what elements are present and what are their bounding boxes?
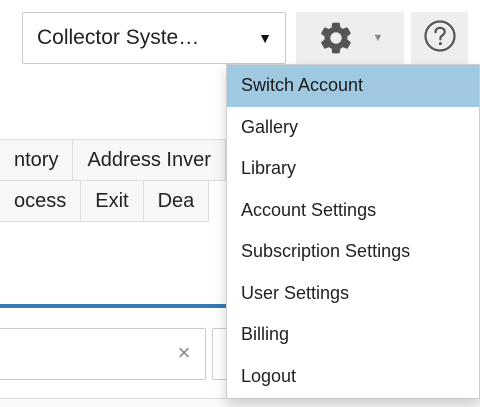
table-header-edge bbox=[0, 398, 480, 407]
menu-item-label: User Settings bbox=[241, 282, 350, 303]
menu-item-logout[interactable]: Logout bbox=[227, 356, 479, 398]
account-select[interactable]: Collector Syste… ▼ bbox=[22, 12, 286, 64]
menu-item-label: Logout bbox=[241, 365, 297, 386]
menu-item-subscription-settings[interactable]: Subscription Settings bbox=[227, 231, 479, 273]
menu-item-user-settings[interactable]: User Settings bbox=[227, 273, 479, 315]
tab-exit[interactable]: Exit bbox=[80, 180, 144, 222]
menu-item-billing[interactable]: Billing bbox=[227, 314, 479, 356]
menu-item-library[interactable]: Library bbox=[227, 148, 479, 190]
menu-item-label: Switch Account bbox=[241, 75, 364, 96]
question-circle-icon bbox=[423, 19, 457, 58]
menu-item-label: Library bbox=[241, 158, 297, 179]
tab-dead[interactable]: Dea bbox=[142, 180, 210, 222]
settings-menu-button[interactable]: ▼ bbox=[296, 12, 404, 64]
tab-row-1: ntory Address Inver bbox=[0, 139, 226, 181]
tab-address-inventory[interactable]: Address Inver bbox=[72, 139, 226, 181]
tab-row-2: ocess Exit Dea bbox=[0, 180, 210, 222]
menu-item-gallery[interactable]: Gallery bbox=[227, 107, 479, 149]
gear-icon bbox=[317, 19, 355, 57]
chevron-down-icon: ▼ bbox=[372, 32, 384, 44]
chevron-down-icon: ▼ bbox=[258, 30, 272, 46]
help-button[interactable] bbox=[411, 12, 468, 64]
menu-item-label: Account Settings bbox=[241, 199, 377, 220]
menu-item-label: Gallery bbox=[241, 116, 299, 137]
menu-item-label: Billing bbox=[241, 324, 290, 345]
account-select-value: Collector Syste… bbox=[37, 26, 200, 49]
section-divider bbox=[0, 304, 232, 308]
menu-item-label: Subscription Settings bbox=[241, 241, 411, 262]
tab-inventory[interactable]: ntory bbox=[0, 139, 74, 181]
clear-icon[interactable]: × bbox=[172, 340, 196, 366]
menu-item-account-settings[interactable]: Account Settings bbox=[227, 190, 479, 232]
settings-dropdown-menu: Switch Account Gallery Library Account S… bbox=[226, 64, 480, 399]
page: Collector Syste… ▼ ▼ ntory Address Inver… bbox=[0, 0, 480, 407]
tab-process[interactable]: ocess bbox=[0, 180, 82, 222]
menu-item-switch-account[interactable]: Switch Account bbox=[227, 65, 479, 107]
